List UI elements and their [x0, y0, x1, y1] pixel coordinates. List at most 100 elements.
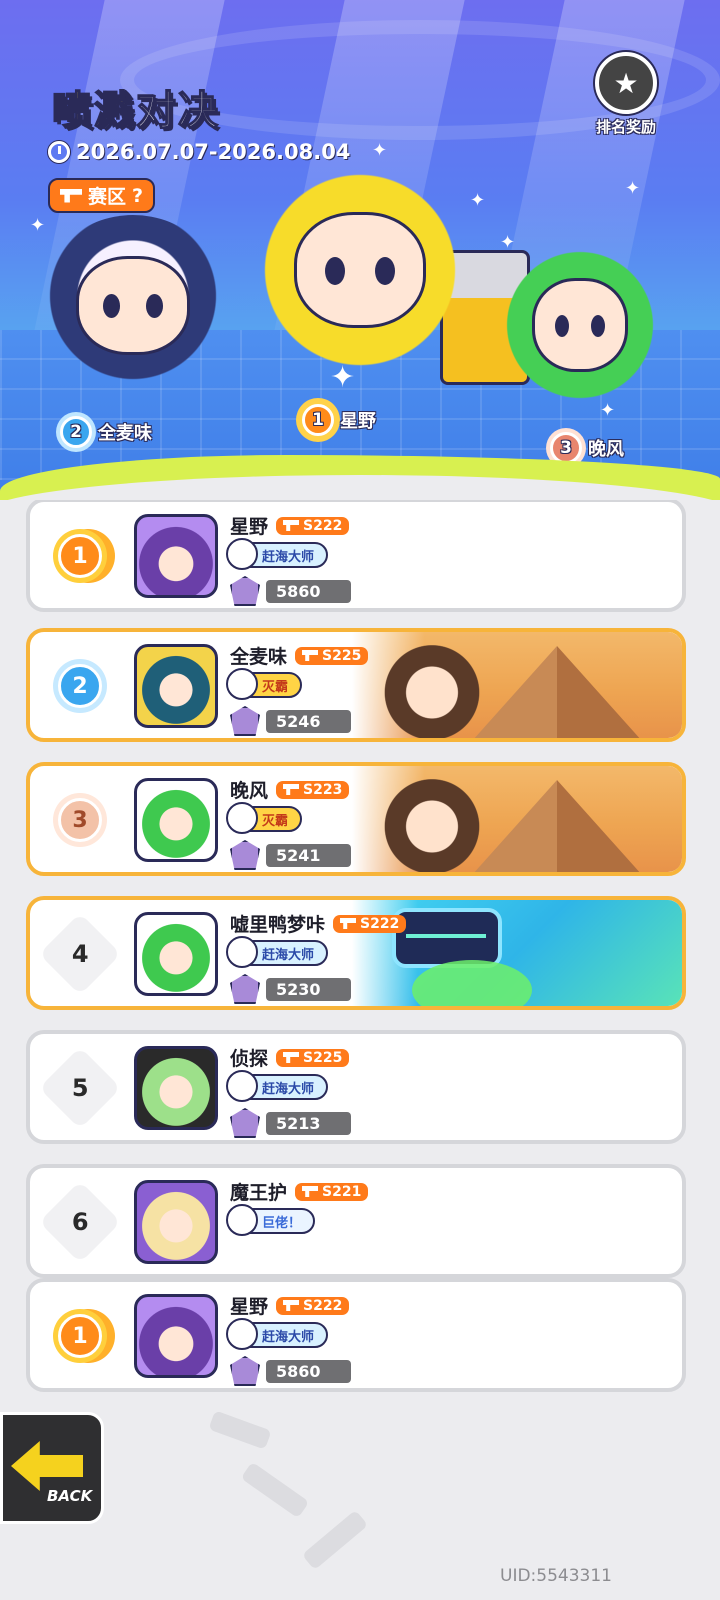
podium-character-2[interactable]	[38, 215, 228, 395]
season-badge: S221	[295, 1182, 369, 1201]
title-text: 灭霸	[262, 813, 289, 829]
score-value: 5860	[266, 579, 351, 603]
rank-number: 5	[71, 1073, 89, 1102]
score-row: 5213	[230, 1108, 351, 1138]
score-value: 5860	[266, 1359, 351, 1383]
rank-tier-icon	[230, 1108, 260, 1138]
seal-icon	[226, 1318, 258, 1350]
region-label: 赛区	[88, 186, 127, 208]
score-value: 5241	[266, 843, 351, 867]
desert-banner	[352, 766, 682, 872]
rank-cell: 4	[38, 912, 122, 996]
avatar[interactable]	[134, 1046, 218, 1130]
leaderboard-list[interactable]: 1 星野 S222 赶海大师 5860 2 全麦味 S225 灭霸 5246 3…	[0, 500, 720, 1278]
rank-medal-2: 2	[58, 664, 102, 708]
rank-cell: 6	[38, 1180, 122, 1264]
name-row: 晚风 S223	[230, 776, 350, 803]
score-row: 5246	[230, 706, 351, 736]
title-text: 赶海大师	[262, 549, 315, 565]
help-icon: ?	[132, 184, 144, 207]
name-row: 星野 S222	[230, 1292, 350, 1319]
leaderboard-row[interactable]: 1 星野 S222 赶海大师 5860	[26, 500, 686, 612]
title-text: 巨佬！	[262, 1215, 302, 1231]
leaderboard-row[interactable]: 6 魔王护 S221 巨佬！	[26, 1164, 686, 1278]
avatar[interactable]	[134, 514, 218, 598]
leaderboard-row[interactable]: 2 全麦味 S225 灭霸 5246	[26, 628, 686, 742]
player-name: 全麦味	[230, 646, 288, 668]
player-name: 星野	[230, 1296, 269, 1318]
sparkle-icon: ✦	[625, 178, 641, 199]
region-button[interactable]: 赛区 ?	[48, 178, 156, 213]
score-value: 5230	[266, 977, 351, 1001]
score-value: 5213	[266, 1111, 351, 1135]
rank-cell: 5	[38, 1046, 122, 1130]
rank-tier-icon	[230, 840, 260, 870]
player-name: 嘘里鸭梦咔	[230, 914, 326, 936]
leaderboard-row[interactable]: 3 晚风 S223 灭霸 5241	[26, 762, 686, 876]
name-row: 魔王护 S221	[230, 1178, 369, 1205]
season-text: S222	[303, 517, 343, 534]
player-name: 魔王护	[230, 1182, 288, 1204]
title-badge: 赶海大师	[226, 1070, 329, 1102]
season-text: S222	[303, 1297, 343, 1314]
rank-tier-icon	[230, 576, 260, 606]
fist-icon	[226, 802, 258, 834]
my-rank-row[interactable]: 1 星野 S222 赶海大师 5860	[26, 1278, 686, 1392]
name-row: 嘘里鸭梦咔 S222	[230, 910, 407, 937]
rank-reward-label: 排名奖励	[595, 118, 656, 136]
avatar[interactable]	[134, 644, 218, 728]
score-row: 5860	[230, 1356, 351, 1386]
rank-medal-3: 3	[58, 798, 102, 842]
rank-cell: 1	[44, 524, 116, 588]
date-range-text: 2026.07.07-2026.08.04	[76, 140, 351, 164]
avatar[interactable]	[134, 1294, 218, 1378]
splash-gun-icon	[283, 1052, 300, 1063]
season-badge: S222	[333, 914, 407, 933]
rank-tier-icon	[230, 1356, 260, 1386]
title-badge: 赶海大师	[226, 538, 329, 570]
background-decoration	[240, 1461, 310, 1519]
rank-medal-2: 2	[60, 416, 92, 448]
podium-character-3[interactable]	[500, 240, 660, 410]
rank-diamond: 4	[38, 912, 122, 996]
avatar[interactable]	[134, 778, 218, 862]
title-text: 赶海大师	[262, 1081, 315, 1097]
season-text: S225	[322, 647, 362, 664]
leaderboard-row[interactable]: 5 侦探 S225 赶海大师 5213	[26, 1030, 686, 1144]
podium-header: 喷溅对决 2026.07.07-2026.08.04 赛区 ? ★ 排名奖励 ✦…	[0, 0, 720, 500]
title-badge: 赶海大师	[226, 936, 329, 968]
rank-reward-button[interactable]: ★ 排名奖励	[584, 52, 668, 144]
player-name: 侦探	[230, 1048, 269, 1070]
season-badge: S225	[276, 1048, 350, 1067]
title-badge: 赶海大师	[226, 1318, 329, 1350]
rank-diamond: 5	[38, 1046, 122, 1130]
avatar[interactable]	[134, 1180, 218, 1264]
podium-label-1: 1 星野	[302, 404, 376, 436]
fist-icon	[226, 668, 258, 700]
title-text: 赶海大师	[262, 947, 315, 963]
season-badge: S222	[276, 516, 350, 535]
score-row: 5230	[230, 974, 351, 1004]
back-label: BACK	[47, 1487, 93, 1505]
season-badge: S222	[276, 1296, 350, 1315]
rank-cell: 2	[44, 654, 116, 718]
podium-name: 星野	[340, 411, 376, 432]
leaderboard-row[interactable]: 4 嘘里鸭梦咔 S222 赶海大师 5230	[26, 896, 686, 1010]
trophy-icon: ★	[595, 52, 657, 114]
podium-character-1[interactable]	[250, 165, 470, 375]
season-text: S222	[360, 915, 400, 932]
back-button[interactable]: BACK	[0, 1412, 104, 1524]
season-text: S225	[303, 1049, 343, 1066]
splash-gun-icon	[340, 918, 357, 929]
page-title: 喷溅对决	[51, 87, 220, 135]
name-row: 侦探 S225	[230, 1044, 350, 1071]
rank-number: 4	[71, 939, 89, 968]
title-text: 灭霸	[262, 679, 289, 695]
score-row: 5241	[230, 840, 351, 870]
avatar[interactable]	[134, 912, 218, 996]
back-arrow-icon	[11, 1441, 83, 1491]
rank-diamond: 6	[38, 1180, 122, 1264]
title-badge: 灭霸	[226, 802, 303, 834]
sparkle-icon: ✦	[470, 190, 486, 211]
rank-tier-icon	[230, 706, 260, 736]
